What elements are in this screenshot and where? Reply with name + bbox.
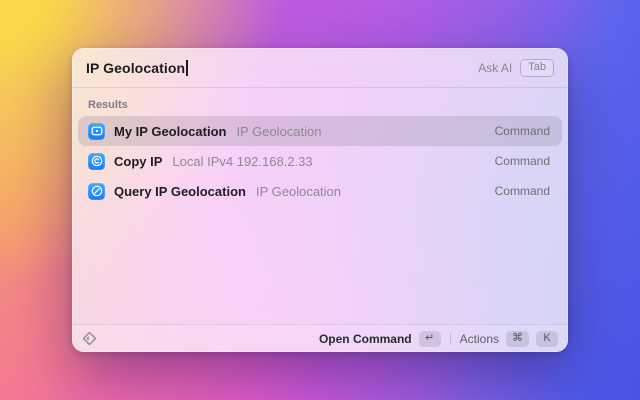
- circled-c-icon: [88, 152, 105, 170]
- result-subtitle: IP Geolocation: [236, 123, 322, 139]
- results-list: Results My IP Geolocation IP Geolocation…: [72, 88, 568, 206]
- result-accessory: Command: [494, 124, 550, 138]
- results-section-label: Results: [88, 99, 128, 111]
- result-row-my-ip-geolocation[interactable]: My IP Geolocation IP Geolocation Command: [78, 116, 562, 146]
- tab-keycap: Tab: [520, 58, 554, 77]
- result-subtitle: Local IPv4 192.168.2.33: [172, 153, 313, 169]
- result-title: Query IP Geolocation: [114, 183, 246, 199]
- search-bar[interactable]: IP Geolocation Ask AI Tab: [72, 48, 568, 88]
- result-row-copy-ip[interactable]: Copy IP Local IPv4 192.168.2.33 Command: [78, 146, 562, 176]
- footer-bar: Open Command ↵ Actions ⌘ K: [72, 324, 568, 352]
- open-command-button[interactable]: Open Command: [319, 332, 412, 346]
- result-accessory: Command: [494, 184, 550, 198]
- screen-location-icon: [88, 122, 105, 140]
- launcher-window: IP Geolocation Ask AI Tab Results My IP …: [72, 48, 568, 352]
- result-row-query-ip-geolocation[interactable]: Query IP Geolocation IP Geolocation Comm…: [78, 176, 562, 206]
- search-input[interactable]: IP Geolocation: [86, 60, 185, 76]
- compass-icon: [88, 182, 105, 200]
- enter-keycap: ↵: [418, 330, 441, 347]
- text-caret: [186, 59, 188, 76]
- ask-ai-hint[interactable]: Ask AI: [478, 61, 512, 75]
- result-accessory: Command: [494, 154, 550, 168]
- actions-button[interactable]: Actions: [460, 332, 499, 346]
- footer-divider: [449, 332, 451, 345]
- result-title: Copy IP: [114, 153, 163, 169]
- result-subtitle: IP Geolocation: [255, 183, 342, 199]
- k-keycap: K: [536, 330, 558, 347]
- raycast-logo-icon: [82, 331, 97, 346]
- cmd-keycap: ⌘: [506, 330, 529, 347]
- result-title: My IP Geolocation: [114, 123, 227, 139]
